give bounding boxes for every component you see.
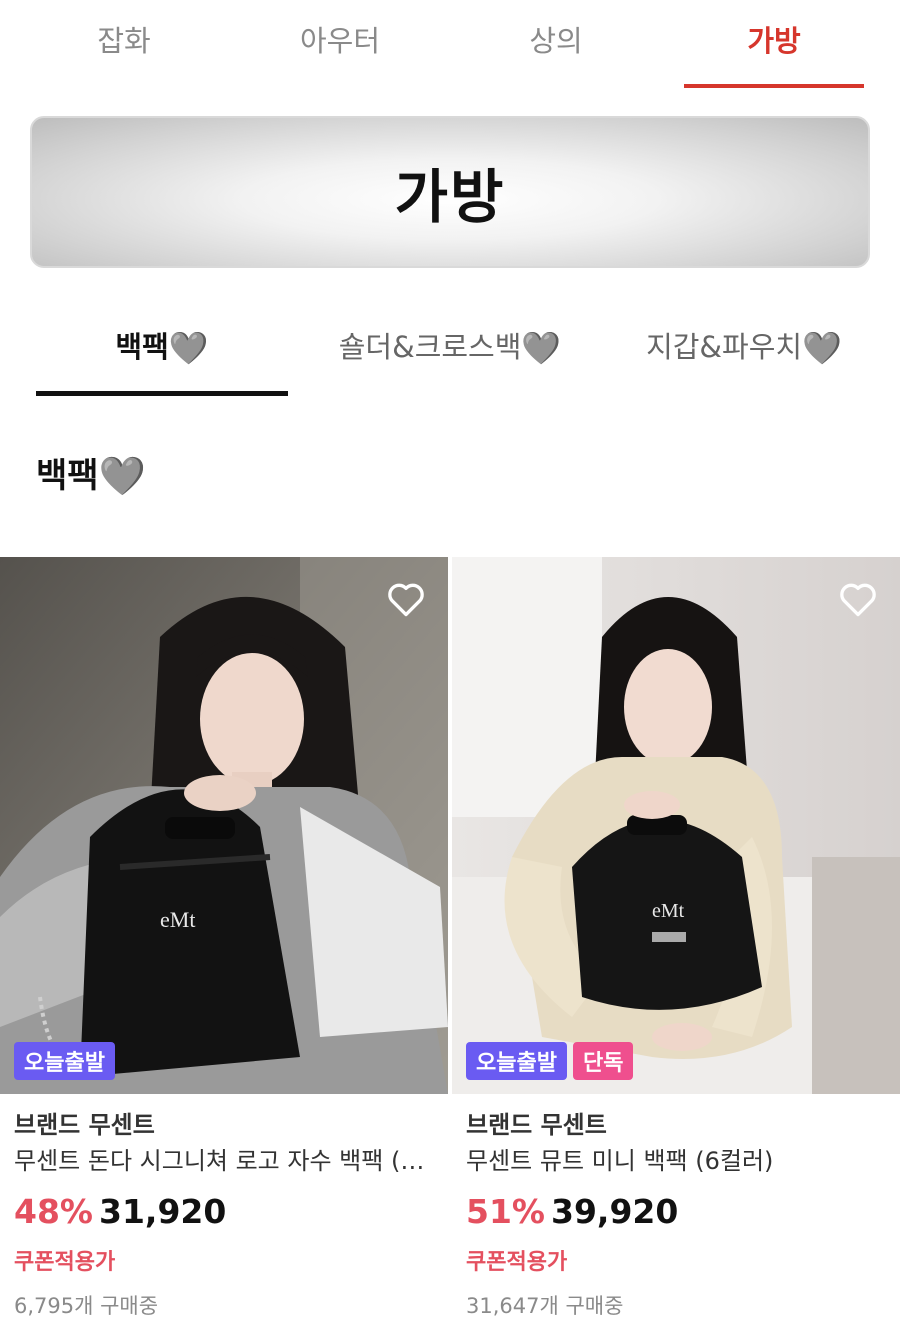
model-backpack-photo: eMt: [452, 557, 900, 1094]
discount-rate: 48%: [14, 1192, 93, 1231]
subtab-label: 백팩: [115, 330, 169, 364]
product-info: 브랜드 무센트 무센트 돈다 시그니쳐 로고 자수 백팩 (… 48% 31,92…: [0, 1094, 448, 1326]
tab-label: 잡화: [97, 24, 151, 58]
subcategory-tabs: 백팩🩶 숄더&크로스백🩶 지갑&파우치🩶: [0, 310, 900, 400]
price-row: 48% 31,920: [14, 1190, 434, 1240]
coupon-price-label: 쿠폰적용가: [14, 1250, 116, 1275]
grey-heart-icon: 🩶: [168, 329, 209, 367]
banner-title: 가방: [394, 163, 506, 231]
sale-price: 39,920: [551, 1192, 679, 1231]
product-info: 브랜드 무센트 무센트 뮤트 미니 백팩 (6컬러) 51% 39,920 쿠폰적…: [452, 1094, 900, 1326]
section-title-text: 백팩: [36, 456, 99, 496]
top-category-tabs: 잡화 아우터 상의 가방: [0, 0, 900, 90]
category-banner: 가방: [30, 116, 870, 268]
product-card[interactable]: eMt 오늘출발 브랜드 무센트 무센트 돈다 시그니쳐 로고 자수 백팩 (……: [0, 557, 448, 1326]
active-subtab-indicator: [36, 391, 288, 396]
subtab-label: 숄더&크로스백: [338, 330, 522, 364]
grey-heart-icon: 🩶: [98, 454, 146, 498]
section-title: 백팩🩶: [36, 448, 146, 499]
tab-label: 상의: [529, 24, 583, 58]
subtab-wallet-pouch[interactable]: 지갑&파우치🩶: [612, 324, 876, 396]
same-day-dispatch-badge: 오늘출발: [466, 1042, 567, 1080]
product-name[interactable]: 무센트 돈다 시그니쳐 로고 자수 백팩 (…: [14, 1142, 434, 1180]
discount-rate: 51%: [466, 1192, 545, 1231]
exclusive-badge: 단독: [572, 1042, 634, 1080]
tab-outer[interactable]: 아우터: [232, 18, 448, 90]
tab-accessories[interactable]: 잡화: [16, 18, 232, 90]
badge-group: 오늘출발 단독: [466, 1042, 634, 1080]
product-brand[interactable]: 브랜드 무센트: [466, 1108, 886, 1142]
purchase-count: 6,795개 구매중: [14, 1294, 159, 1318]
coupon-price-label: 쿠폰적용가: [466, 1250, 568, 1275]
tab-label: 가방: [747, 24, 801, 58]
backpack-logo: eMt: [652, 900, 685, 922]
product-brand[interactable]: 브랜드 무센트: [14, 1108, 434, 1142]
model-backpack-photo: eMt: [0, 557, 448, 1094]
product-image[interactable]: eMt 오늘출발: [0, 557, 448, 1094]
product-card[interactable]: eMt 오늘출발 단독 브랜드 무센트 무센트 뮤트 미니 백팩 (6컬러) 5…: [452, 557, 900, 1326]
heart-outline-icon[interactable]: [384, 577, 428, 621]
tab-bags[interactable]: 가방: [684, 18, 864, 90]
grey-heart-icon: 🩶: [802, 329, 842, 367]
grey-heart-icon: 🩶: [521, 329, 562, 367]
purchase-count: 31,647개 구매중: [466, 1294, 624, 1318]
badge-group: 오늘출발: [14, 1042, 115, 1080]
subtab-backpack[interactable]: 백팩🩶: [36, 324, 288, 396]
subtab-shoulder-crossbag[interactable]: 숄더&크로스백🩶: [300, 324, 600, 396]
active-tab-indicator: [684, 84, 864, 88]
product-image[interactable]: eMt 오늘출발 단독: [452, 557, 900, 1094]
same-day-dispatch-badge: 오늘출발: [14, 1042, 115, 1080]
tab-tops[interactable]: 상의: [448, 18, 664, 90]
subtab-label: 지갑&파우치: [646, 330, 803, 364]
tab-label: 아우터: [299, 24, 381, 58]
heart-outline-icon[interactable]: [836, 577, 880, 621]
sale-price: 31,920: [99, 1192, 227, 1231]
product-name[interactable]: 무센트 뮤트 미니 백팩 (6컬러): [466, 1142, 886, 1180]
price-row: 51% 39,920: [466, 1190, 886, 1240]
backpack-logo: eMt: [160, 907, 195, 932]
